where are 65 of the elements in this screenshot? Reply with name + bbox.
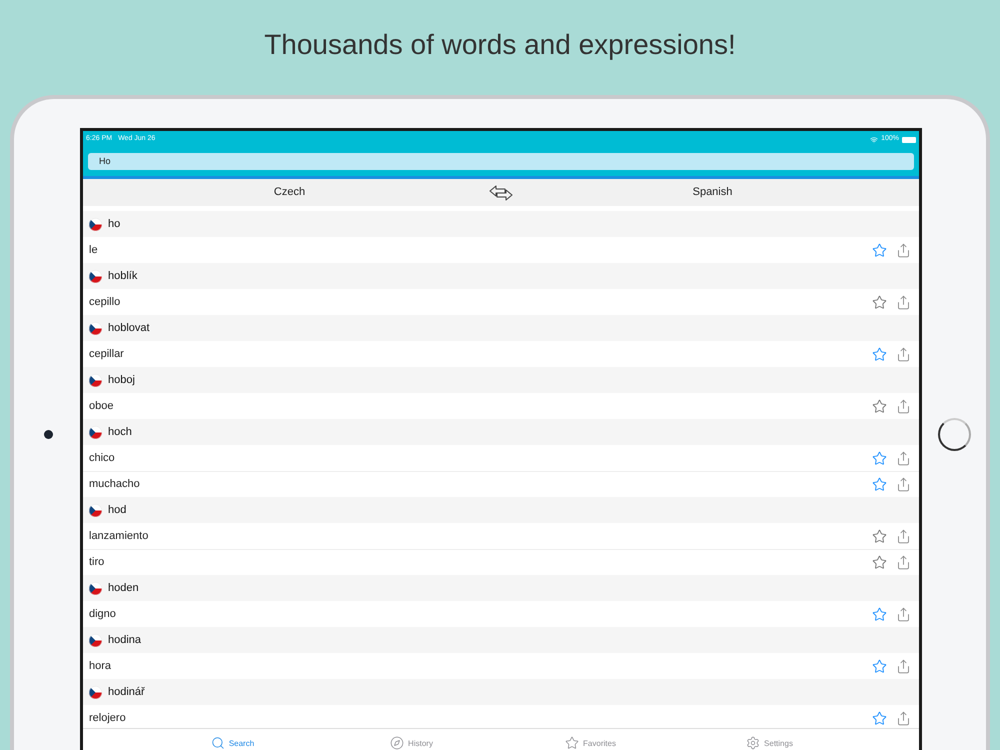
share-icon[interactable] xyxy=(896,555,911,570)
flag-icon xyxy=(89,686,102,698)
flag-icon xyxy=(89,322,102,334)
star-icon[interactable] xyxy=(872,528,887,544)
translation[interactable]: chico xyxy=(89,450,872,466)
search-icon xyxy=(210,736,225,750)
share-icon[interactable] xyxy=(896,477,911,492)
flag-icon xyxy=(89,270,102,282)
share-icon[interactable] xyxy=(896,450,911,466)
share-icon[interactable] xyxy=(896,658,911,674)
headword: hoboj xyxy=(108,372,135,388)
share-icon[interactable] xyxy=(896,710,911,726)
flag-icon xyxy=(89,374,102,386)
wifi-icon xyxy=(870,136,878,144)
share-icon[interactable] xyxy=(896,346,911,362)
target-language[interactable]: Spanish xyxy=(515,184,919,201)
headword: hoden xyxy=(108,580,139,596)
star-icon[interactable] xyxy=(872,710,887,726)
headword: ho xyxy=(108,216,120,232)
star-icon[interactable] xyxy=(872,294,887,310)
star-icon[interactable] xyxy=(872,346,887,362)
flag-icon xyxy=(89,634,102,646)
headword: hoch xyxy=(108,424,132,440)
translation[interactable]: lanzamiento xyxy=(89,528,872,544)
share-icon[interactable] xyxy=(896,294,911,310)
translation[interactable]: muchacho xyxy=(89,476,872,493)
home-button[interactable] xyxy=(938,418,970,450)
headword: hoblík xyxy=(108,268,138,284)
battery-icon xyxy=(902,136,916,142)
star-icon[interactable] xyxy=(872,242,887,258)
flag-icon xyxy=(89,218,102,230)
flag-icon xyxy=(89,582,102,594)
compass-icon xyxy=(390,736,404,750)
headword: hodina xyxy=(108,632,142,648)
translation[interactable]: tiro xyxy=(89,554,872,571)
flag-icon xyxy=(89,504,102,516)
flag-icon xyxy=(89,426,102,438)
star-icon[interactable] xyxy=(872,555,887,570)
star-icon[interactable] xyxy=(872,398,887,414)
star-icon[interactable] xyxy=(872,477,887,492)
translation[interactable]: cepillar xyxy=(89,346,872,362)
headword: hodinář xyxy=(108,684,145,700)
translation[interactable]: relojero xyxy=(89,710,872,726)
star-icon[interactable] xyxy=(872,450,887,466)
translation[interactable]: digno xyxy=(89,606,872,622)
settings-icon xyxy=(746,736,760,750)
source-language[interactable]: Czech xyxy=(83,184,487,201)
translation[interactable]: oboe xyxy=(89,398,872,414)
translation[interactable]: cepillo xyxy=(89,294,872,310)
headline: Thousands of words and expressions! xyxy=(264,28,736,62)
star-icon[interactable] xyxy=(872,658,887,674)
star-icon[interactable] xyxy=(872,606,887,622)
star-icon xyxy=(565,736,580,750)
tab[interactable]: Search xyxy=(143,729,322,750)
camera-icon xyxy=(44,430,53,438)
share-icon[interactable] xyxy=(896,528,911,544)
share-icon[interactable] xyxy=(896,606,911,622)
translation[interactable]: le xyxy=(89,242,872,258)
translation[interactable]: hora xyxy=(89,658,872,674)
share-icon[interactable] xyxy=(896,398,911,414)
headword: hoblovat xyxy=(108,320,150,336)
swap-icon[interactable] xyxy=(489,184,513,200)
share-icon[interactable] xyxy=(896,242,911,258)
headword: hod xyxy=(108,502,126,518)
search-field[interactable]: Ho xyxy=(88,152,914,170)
